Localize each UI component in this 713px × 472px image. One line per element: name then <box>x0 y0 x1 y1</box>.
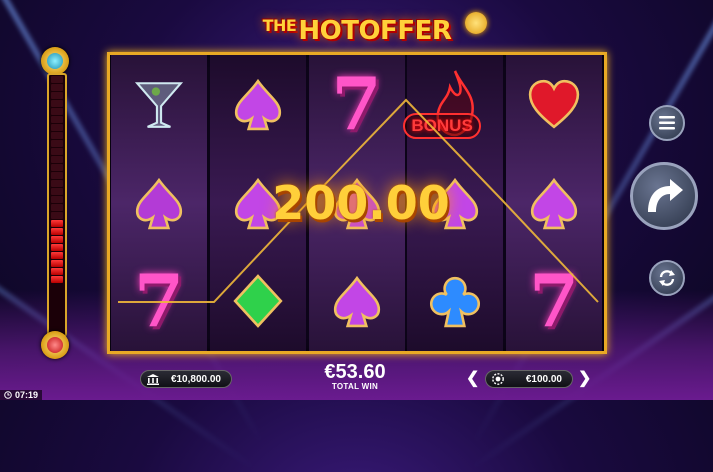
total-win: €53.60 TOTAL WIN <box>300 362 410 391</box>
meter-segment <box>51 92 63 99</box>
clock-icon <box>4 391 12 399</box>
coin-icon <box>465 12 487 34</box>
spade-symbol <box>111 154 207 252</box>
meter-segment <box>51 76 63 83</box>
meter-segment <box>51 140 63 147</box>
meter-segment <box>51 156 63 163</box>
seven-glyph: 7 <box>133 258 185 344</box>
heart-symbol <box>506 55 602 153</box>
meter-segment <box>51 164 63 171</box>
spade-icon <box>333 276 380 328</box>
club-symbol <box>407 252 503 350</box>
balance-display: €10,800.00 <box>140 370 232 388</box>
spade-icon <box>531 177 578 229</box>
seven-symbol: 7 <box>506 252 602 350</box>
balance-value: €10,800.00 <box>170 373 221 385</box>
martini-symbol <box>111 55 207 153</box>
menu-button[interactable] <box>649 105 685 141</box>
meter-segment <box>51 188 63 195</box>
win-amount: 200.00 <box>272 176 450 230</box>
chip-icon <box>492 373 504 385</box>
meter-segment <box>51 244 63 251</box>
spade-icon <box>135 177 183 229</box>
meter-segment <box>51 204 63 211</box>
seven-glyph: 7 <box>331 61 382 146</box>
meter-segment <box>51 124 63 131</box>
spin-button[interactable] <box>630 162 698 230</box>
meter-segment <box>51 236 63 243</box>
hamburger-icon <box>659 116 675 130</box>
club-icon <box>430 277 481 328</box>
total-win-label: TOTAL WIN <box>331 382 379 391</box>
spade-symbol <box>210 55 306 153</box>
meter-segment <box>51 252 63 259</box>
meter-segment <box>51 268 63 275</box>
bet-decrease-button[interactable]: ❮ <box>466 370 479 388</box>
spade-symbol <box>309 252 405 350</box>
meter-segment <box>51 212 63 219</box>
martini-icon <box>134 82 184 128</box>
meter-segment <box>51 228 63 235</box>
diamond-symbol <box>210 252 306 350</box>
bet-increase-button[interactable]: ❯ <box>578 370 591 388</box>
meter-segment <box>51 108 63 115</box>
meter-segment <box>51 180 63 187</box>
reel-5: 7 <box>506 55 603 351</box>
meter-tube <box>47 73 67 337</box>
seven-symbol: 7 <box>309 55 405 153</box>
bank-icon <box>147 373 159 385</box>
heart-icon <box>529 79 580 129</box>
game-logo: THEHOTOFFER <box>222 16 492 52</box>
autoplay-icon <box>659 270 675 286</box>
bonus-meter <box>40 47 70 359</box>
reel-1: 7 <box>111 55 207 351</box>
meter-top-cap <box>41 47 69 75</box>
meter-segment <box>51 276 63 283</box>
meter-segment <box>51 116 63 123</box>
clock-time: 07:19 <box>15 390 39 400</box>
meter-segment <box>51 196 63 203</box>
seven-glyph: 7 <box>529 258 580 344</box>
meter-segment <box>51 260 63 267</box>
bonus-symbol: BONUS <box>403 55 503 153</box>
meter-segment <box>51 132 63 139</box>
bet-display: €100.00 <box>485 370 573 388</box>
meter-segment <box>51 220 63 227</box>
spin-arrow-icon <box>648 179 683 212</box>
seven-symbol: 7 <box>111 252 207 350</box>
bonus-label: BONUS <box>403 113 481 139</box>
spade-symbol <box>506 154 602 252</box>
logo-prefix: THE <box>262 16 297 35</box>
meter-segment <box>51 84 63 91</box>
clock: 07:19 <box>0 390 43 400</box>
total-win-value: €53.60 <box>324 361 386 383</box>
logo-main: HOTOFFER <box>298 16 452 46</box>
meter-segment <box>51 172 63 179</box>
bet-value: €100.00 <box>525 373 562 385</box>
meter-segment <box>51 148 63 155</box>
spade-icon <box>234 78 281 131</box>
meter-segment <box>51 100 63 107</box>
diamond-icon <box>233 274 283 329</box>
autoplay-button[interactable] <box>649 260 685 296</box>
meter-bottom-cap <box>41 331 69 359</box>
